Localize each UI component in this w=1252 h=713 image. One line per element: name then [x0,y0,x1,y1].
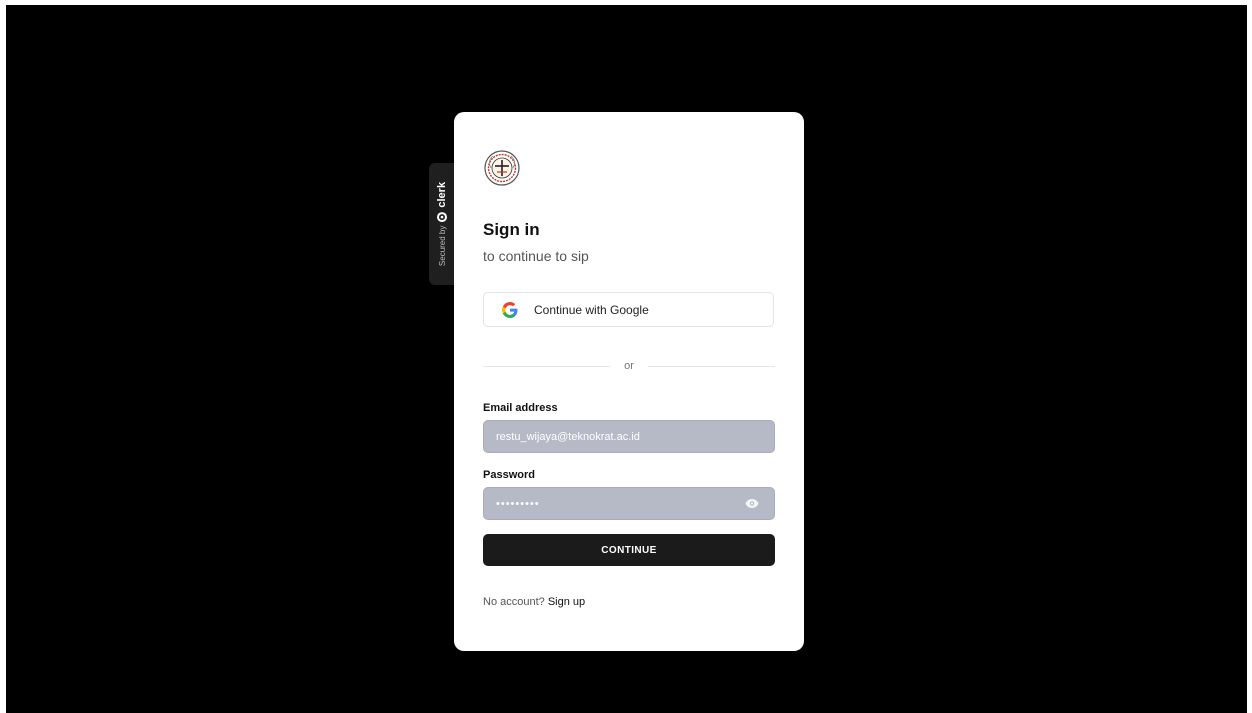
badge-brand-text: clerk [436,181,448,208]
sign-in-card: Sign in to continue to sip Continue with… [454,112,804,651]
divider-line-left [483,365,611,367]
google-button-label: Continue with Google [534,302,649,317]
password-label: Password [483,469,535,481]
email-field[interactable] [483,420,775,453]
page-title: Sign in [483,220,540,239]
eye-icon[interactable] [745,498,759,509]
sign-up-link[interactable]: Sign up [548,596,585,608]
university-seal-icon [484,150,520,186]
continue-button[interactable]: CONTINUE [483,534,775,566]
google-icon [502,301,518,318]
or-divider: or [483,358,775,374]
sign-up-prompt: No account? Sign up [483,596,585,608]
email-label: Email address [483,402,558,414]
clerk-logo-icon [437,211,447,222]
no-account-text: No account? [483,596,545,608]
password-field[interactable] [483,487,775,520]
badge-secured-text: Secured by [437,225,447,267]
page-subtitle: to continue to sip [483,248,589,264]
divider-line-right [647,365,775,367]
divider-text: or [624,360,634,372]
continue-with-google-button[interactable]: Continue with Google [483,292,774,327]
secured-by-clerk-badge[interactable]: Secured by clerk [429,163,455,285]
